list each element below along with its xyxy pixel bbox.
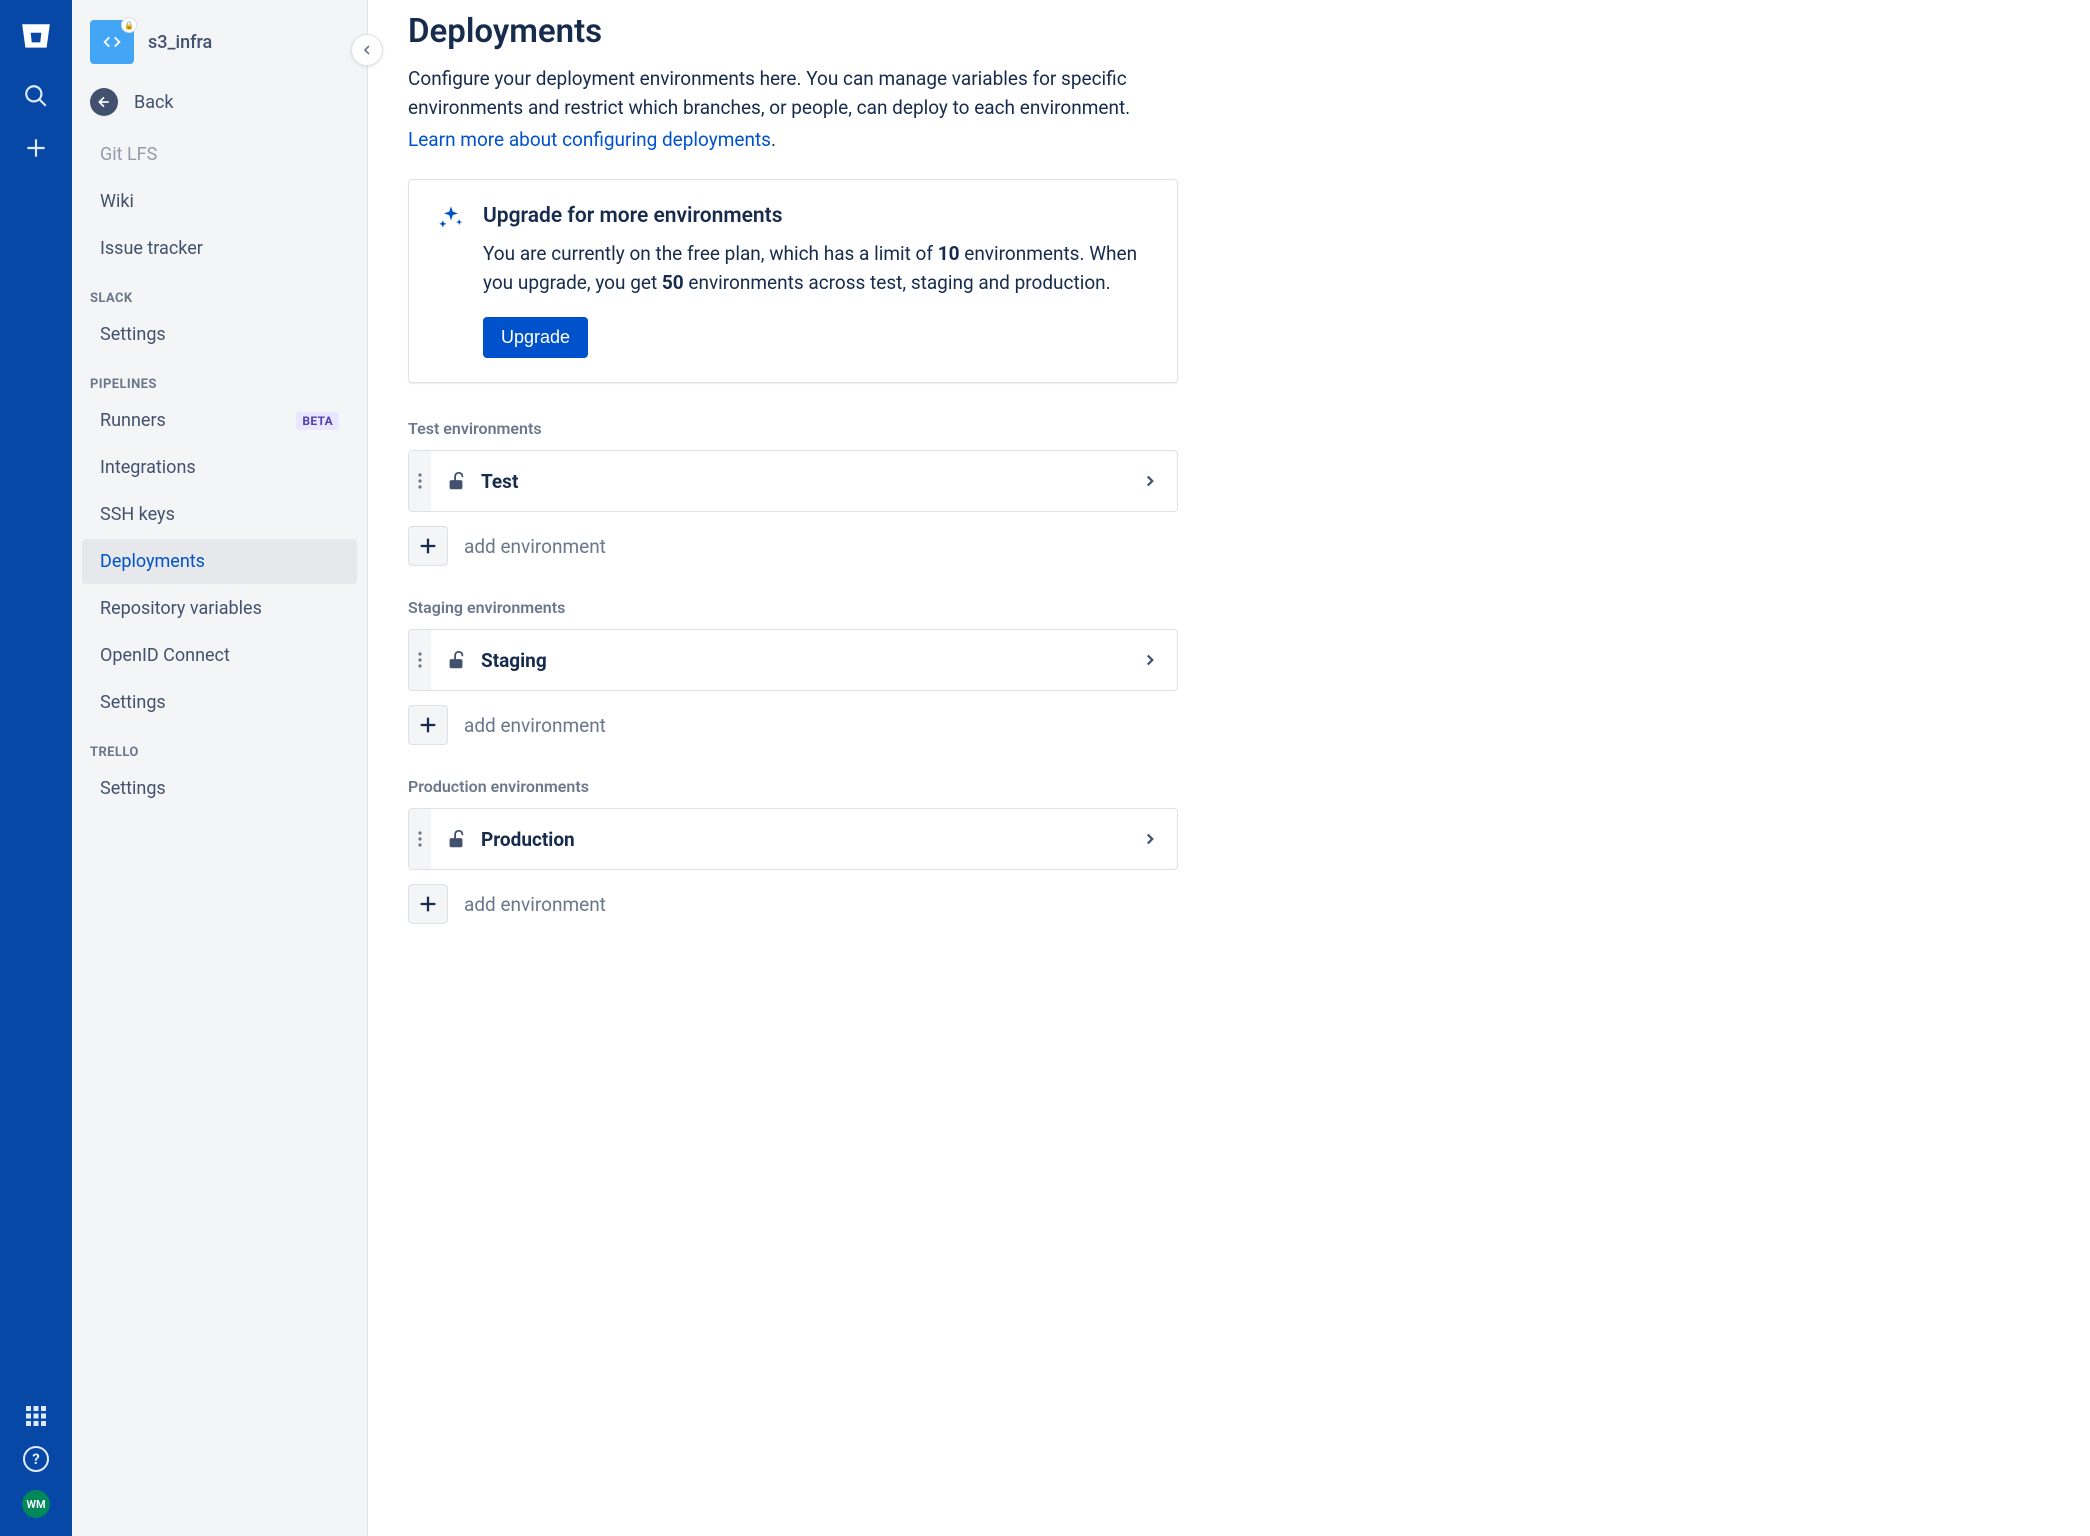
repo-name: s3_infra xyxy=(148,32,212,53)
page-description: Configure your deployment environments h… xyxy=(408,65,1168,122)
sidebar-item-label: Deployments xyxy=(100,551,205,572)
sidebar-item-label: Settings xyxy=(100,324,166,345)
upgrade-button[interactable]: Upgrade xyxy=(483,317,588,358)
upgrade-card: Upgrade for more environments You are cu… xyxy=(408,179,1178,383)
drag-handle-icon[interactable] xyxy=(409,630,431,690)
environment-name: Staging xyxy=(481,649,1141,672)
add-environment-production[interactable]: add environment xyxy=(408,884,2050,924)
section-title-pipelines: PIPELINES xyxy=(72,359,367,396)
chevron-right-icon xyxy=(1141,472,1159,490)
sidebar-item-label: OpenID Connect xyxy=(100,645,230,666)
help-icon[interactable]: ? xyxy=(23,1446,49,1472)
chevron-right-icon xyxy=(1141,830,1159,848)
back-button[interactable]: Back xyxy=(72,78,367,138)
sidebar-item-pipelines-settings[interactable]: Settings xyxy=(82,680,357,725)
sidebar-item-trello-settings[interactable]: Settings xyxy=(82,766,357,811)
drag-handle-icon[interactable] xyxy=(409,451,431,511)
sidebar-item-label: Repository variables xyxy=(100,598,262,619)
section-title-slack: SLACK xyxy=(72,273,367,310)
environment-name: Test xyxy=(481,470,1141,493)
main-content: Deployments Configure your deployment en… xyxy=(368,0,2090,1536)
app-switcher-icon[interactable] xyxy=(24,1404,48,1428)
add-environment-label: add environment xyxy=(464,893,606,916)
sidebar-item-label: SSH keys xyxy=(100,504,175,525)
plus-icon xyxy=(408,526,448,566)
env-section-title-production: Production environments xyxy=(408,777,2050,796)
environment-name: Production xyxy=(481,828,1141,851)
env-section-title-test: Test environments xyxy=(408,419,2050,438)
sidebar-item-wiki[interactable]: Wiki xyxy=(82,179,357,224)
collapse-sidebar-button[interactable] xyxy=(351,34,383,66)
repo-sidebar: 🔒 s3_infra Back Git LFS Wiki Issue track… xyxy=(72,0,368,1536)
create-icon[interactable] xyxy=(22,134,50,162)
page-title: Deployments xyxy=(408,12,2050,51)
sidebar-item-label: Runners xyxy=(100,410,166,431)
beta-badge: BETA xyxy=(296,412,339,430)
sidebar-item-integrations[interactable]: Integrations xyxy=(82,445,357,490)
global-nav-rail: ? WM xyxy=(0,0,72,1536)
sidebar-item-ssh-keys[interactable]: SSH keys xyxy=(82,492,357,537)
sidebar-item-label: Wiki xyxy=(100,191,134,212)
sidebar-item-label: Settings xyxy=(100,692,166,713)
sidebar-item-runners[interactable]: Runners BETA xyxy=(82,398,357,443)
sidebar-item-label: Issue tracker xyxy=(100,238,203,259)
sidebar-item-label: Git LFS xyxy=(100,144,157,165)
add-environment-label: add environment xyxy=(464,714,606,737)
unlock-icon xyxy=(445,649,467,671)
repo-avatar: 🔒 xyxy=(90,20,134,64)
unlock-icon xyxy=(445,470,467,492)
plus-icon xyxy=(408,884,448,924)
sidebar-item-deployments[interactable]: Deployments xyxy=(82,539,357,584)
chevron-right-icon xyxy=(1141,651,1159,669)
add-environment-test[interactable]: add environment xyxy=(408,526,2050,566)
sidebar-item-issue-tracker[interactable]: Issue tracker xyxy=(82,226,357,271)
bitbucket-logo[interactable] xyxy=(19,20,53,54)
lock-badge-icon: 🔒 xyxy=(121,17,137,33)
env-section-title-staging: Staging environments xyxy=(408,598,2050,617)
sidebar-item-label: Settings xyxy=(100,778,166,799)
environment-row-test[interactable]: Test xyxy=(408,450,1178,512)
sidebar-item-git-lfs[interactable]: Git LFS xyxy=(82,138,357,177)
section-title-trello: TRELLO xyxy=(72,727,367,764)
environment-row-production[interactable]: Production xyxy=(408,808,1178,870)
user-avatar[interactable]: WM xyxy=(22,1490,50,1518)
upgrade-text: You are currently on the free plan, whic… xyxy=(483,240,1149,297)
upgrade-title: Upgrade for more environments xyxy=(483,204,1149,228)
add-environment-staging[interactable]: add environment xyxy=(408,705,2050,745)
plus-icon xyxy=(408,705,448,745)
sparkle-icon xyxy=(437,204,465,358)
back-label: Back xyxy=(134,92,174,113)
back-arrow-icon xyxy=(90,88,118,116)
sidebar-item-repo-variables[interactable]: Repository variables xyxy=(82,586,357,631)
environment-row-staging[interactable]: Staging xyxy=(408,629,1178,691)
sidebar-item-slack-settings[interactable]: Settings xyxy=(82,312,357,357)
add-environment-label: add environment xyxy=(464,535,606,558)
sidebar-item-openid-connect[interactable]: OpenID Connect xyxy=(82,633,357,678)
drag-handle-icon[interactable] xyxy=(409,809,431,869)
unlock-icon xyxy=(445,828,467,850)
search-icon[interactable] xyxy=(22,82,50,110)
learn-more-link[interactable]: Learn more about configuring deployments xyxy=(408,128,771,151)
sidebar-item-label: Integrations xyxy=(100,457,196,478)
